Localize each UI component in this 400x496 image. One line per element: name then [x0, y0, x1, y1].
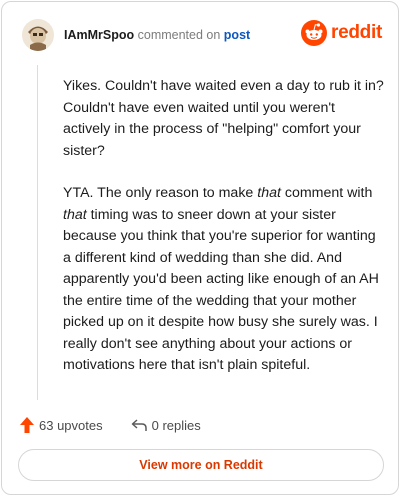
upvote-button[interactable]: 63 upvotes: [20, 417, 103, 433]
view-more-button[interactable]: View more on Reddit: [18, 449, 384, 481]
comment-header: IAmMrSpoo commented on post reddit: [22, 18, 382, 52]
reply-arrow-icon: [131, 419, 147, 431]
comment-paragraph-2: YTA. The only reason to make that commen…: [63, 183, 385, 377]
text-segment: comment with: [280, 185, 373, 201]
text-segment: timing was to sneer down at your sister …: [63, 206, 379, 374]
thread-line: [37, 65, 38, 400]
comment-actions: 63 upvotes 0 replies: [20, 414, 229, 436]
username[interactable]: IAmMrSpoo: [64, 28, 134, 42]
reddit-alien-logo-icon: [301, 20, 328, 46]
upvote-count: 63 upvotes: [39, 417, 103, 433]
emphasis-text: that: [63, 206, 87, 223]
text-segment: YTA. The only reason to make: [63, 185, 258, 201]
commented-on-text: commented on: [137, 28, 221, 42]
user-avatar[interactable]: [22, 19, 54, 51]
comment-body: Yikes. Couldn't have waited even a day t…: [63, 76, 385, 398]
byline: IAmMrSpoo commented on post: [64, 28, 250, 42]
post-link[interactable]: post: [224, 28, 250, 42]
snoo-avatar-icon: [22, 19, 54, 51]
comment-paragraph-1: Yikes. Couldn't have waited even a day t…: [63, 78, 384, 159]
reddit-comment-embed: IAmMrSpoo commented on post reddit Yikes…: [1, 1, 399, 495]
reply-count: 0 replies: [151, 417, 201, 433]
reddit-brand[interactable]: reddit: [301, 20, 382, 46]
emphasis-text: that: [257, 185, 281, 201]
upvote-arrow-icon: [20, 417, 34, 433]
reddit-wordmark: reddit: [331, 22, 382, 43]
reply-button[interactable]: 0 replies: [131, 418, 201, 433]
